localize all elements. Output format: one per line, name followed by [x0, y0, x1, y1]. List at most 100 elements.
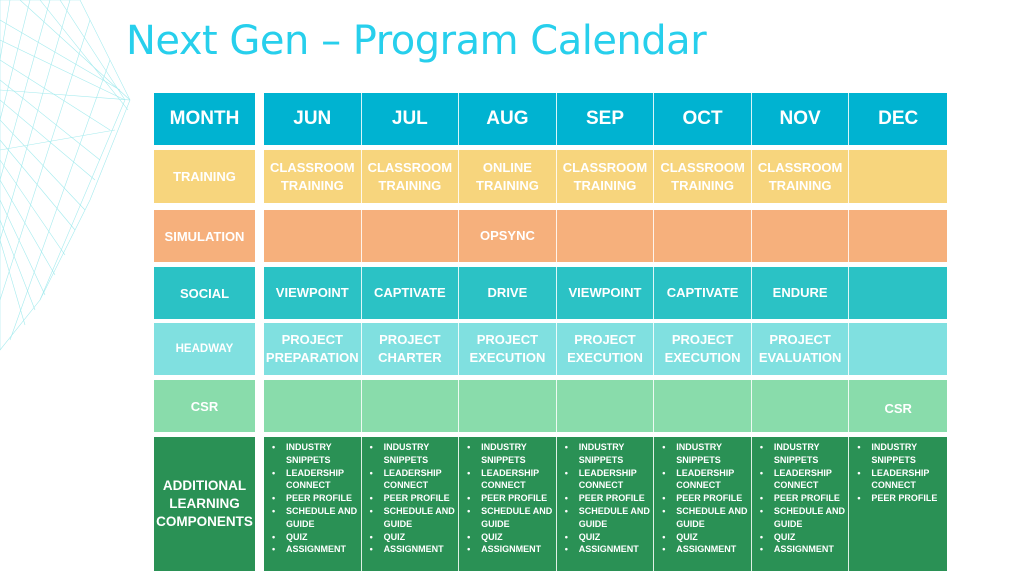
component-item: LEADERSHIP CONNECT [467, 467, 556, 493]
component-item: ASSIGNMENT [467, 543, 556, 556]
training-cell: CLASSROOM TRAINING [557, 150, 655, 203]
page-title: Next Gen – Program Calendar [126, 18, 707, 64]
additional-learning-row-label: ADDITIONAL LEARNING COMPONENTS [154, 437, 255, 571]
component-item: QUIZ [272, 531, 361, 544]
training-cell: CLASSROOM TRAINING [654, 150, 752, 203]
training-cell [849, 150, 947, 203]
social-cell: CAPTIVATE [362, 267, 460, 319]
additional-learning-cell: INDUSTRY SNIPPETSLEADERSHIP CONNECTPEER … [849, 437, 947, 571]
simulation-row: OPSYNC [264, 210, 947, 262]
component-item: LEADERSHIP CONNECT [760, 467, 849, 493]
social-row: VIEWPOINT CAPTIVATE DRIVE VIEWPOINT CAPT… [264, 267, 947, 319]
component-item: ASSIGNMENT [272, 543, 361, 556]
component-list: INDUSTRY SNIPPETSLEADERSHIP CONNECTPEER … [658, 441, 751, 556]
component-item: INDUSTRY SNIPPETS [662, 441, 751, 467]
component-item: ASSIGNMENT [760, 543, 849, 556]
csr-cell [264, 380, 362, 432]
headway-cell [849, 323, 947, 375]
headway-cell: PROJECT EXECUTION [557, 323, 655, 375]
csr-cell [459, 380, 557, 432]
social-cell: ENDURE [752, 267, 850, 319]
simulation-cell: OPSYNC [459, 210, 557, 262]
month-header-row: JUN JUL AUG SEP OCT NOV DEC [264, 93, 947, 145]
component-item: INDUSTRY SNIPPETS [370, 441, 459, 467]
headway-cell: PROJECT CHARTER [362, 323, 460, 375]
component-item: INDUSTRY SNIPPETS [272, 441, 361, 467]
component-item: LEADERSHIP CONNECT [272, 467, 361, 493]
component-item: QUIZ [760, 531, 849, 544]
month-dec: DEC [878, 108, 919, 130]
component-list: INDUSTRY SNIPPETSLEADERSHIP CONNECTPEER … [366, 441, 459, 556]
training-cell: CLASSROOM TRAINING [362, 150, 460, 203]
csr-cell [752, 380, 850, 432]
training-cell: CLASSROOM TRAINING [264, 150, 362, 203]
month-jun: JUN [264, 93, 362, 145]
month-nov: NOV [752, 93, 850, 145]
component-item: PEER PROFILE [760, 492, 849, 505]
headway-cell: PROJECT EVALUATION [752, 323, 850, 375]
additional-learning-row: INDUSTRY SNIPPETSLEADERSHIP CONNECTPEER … [264, 437, 947, 571]
headway-cell: PROJECT EXECUTION [459, 323, 557, 375]
headway-cell: PROJECT EXECUTION [654, 323, 752, 375]
simulation-cell [362, 210, 460, 262]
headway-cell: PROJECT PREPARATION [264, 323, 362, 375]
csr-cell [362, 380, 460, 432]
component-item: ASSIGNMENT [662, 543, 751, 556]
component-item: ASSIGNMENT [370, 543, 459, 556]
component-item: INDUSTRY SNIPPETS [858, 441, 947, 467]
component-item: SCHEDULE AND GUIDE [272, 505, 361, 531]
component-item: PEER PROFILE [370, 492, 459, 505]
component-item: QUIZ [370, 531, 459, 544]
component-item: LEADERSHIP CONNECT [662, 467, 751, 493]
component-item: ASSIGNMENT [565, 543, 654, 556]
simulation-cell [752, 210, 850, 262]
training-row-label: TRAINING [154, 150, 255, 203]
component-item: SCHEDULE AND GUIDE [370, 505, 459, 531]
csr-cell [654, 380, 752, 432]
component-item: PEER PROFILE [858, 492, 947, 505]
month-sep: SEP [557, 93, 655, 145]
additional-learning-cell: INDUSTRY SNIPPETSLEADERSHIP CONNECTPEER … [557, 437, 655, 571]
month-jul: JUL [362, 93, 460, 145]
component-item: INDUSTRY SNIPPETS [467, 441, 556, 467]
component-item: QUIZ [565, 531, 654, 544]
component-item: SCHEDULE AND GUIDE [467, 505, 556, 531]
simulation-cell [654, 210, 752, 262]
csr-row: CSR [264, 380, 947, 432]
component-item: PEER PROFILE [272, 492, 361, 505]
additional-learning-cell: INDUSTRY SNIPPETSLEADERSHIP CONNECTPEER … [654, 437, 752, 571]
simulation-cell [557, 210, 655, 262]
component-item: INDUSTRY SNIPPETS [760, 441, 849, 467]
csr-cell: CSR [884, 401, 912, 416]
additional-learning-cell: INDUSTRY SNIPPETSLEADERSHIP CONNECTPEER … [459, 437, 557, 571]
training-cell: ONLINE TRAINING [459, 150, 557, 203]
component-item: PEER PROFILE [662, 492, 751, 505]
component-list: INDUSTRY SNIPPETSLEADERSHIP CONNECTPEER … [463, 441, 556, 556]
social-row-label: SOCIAL [154, 267, 255, 319]
component-item: SCHEDULE AND GUIDE [565, 505, 654, 531]
month-aug: AUG [459, 93, 557, 145]
training-cell: CLASSROOM TRAINING [752, 150, 850, 203]
component-item: PEER PROFILE [565, 492, 654, 505]
social-cell: VIEWPOINT [264, 267, 362, 319]
component-item: QUIZ [467, 531, 556, 544]
month-oct: OCT [654, 93, 752, 145]
component-item: INDUSTRY SNIPPETS [565, 441, 654, 467]
component-item: PEER PROFILE [467, 492, 556, 505]
component-list: INDUSTRY SNIPPETSLEADERSHIP CONNECTPEER … [561, 441, 654, 556]
social-cell: CAPTIVATE [654, 267, 752, 319]
csr-cell [557, 380, 655, 432]
simulation-cell [264, 210, 362, 262]
component-list: INDUSTRY SNIPPETSLEADERSHIP CONNECTPEER … [853, 441, 947, 505]
month-header-label: MONTH [154, 93, 255, 145]
component-item: LEADERSHIP CONNECT [858, 467, 947, 493]
component-item: SCHEDULE AND GUIDE [760, 505, 849, 531]
social-cell [849, 267, 947, 319]
simulation-cell [849, 210, 947, 262]
social-cell: DRIVE [459, 267, 557, 319]
additional-learning-cell: INDUSTRY SNIPPETSLEADERSHIP CONNECTPEER … [264, 437, 362, 571]
additional-learning-cell: INDUSTRY SNIPPETSLEADERSHIP CONNECTPEER … [752, 437, 850, 571]
component-item: SCHEDULE AND GUIDE [662, 505, 751, 531]
component-item: QUIZ [662, 531, 751, 544]
component-item: LEADERSHIP CONNECT [370, 467, 459, 493]
